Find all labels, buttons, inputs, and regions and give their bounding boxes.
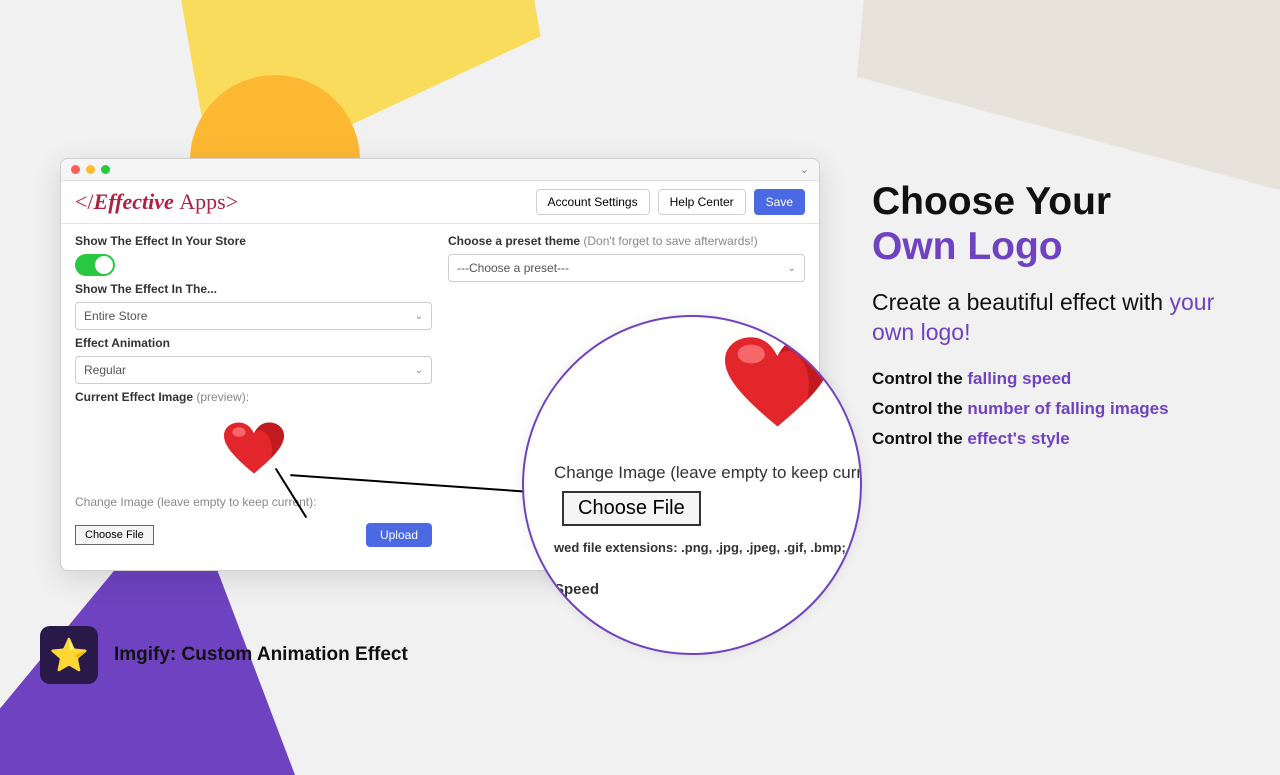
show-effect-toggle[interactable] <box>75 254 115 276</box>
app-name: Imgify: Custom Animation Effect <box>114 644 408 666</box>
app-icon: ⭐ <box>40 626 98 684</box>
heart-icon <box>725 337 830 432</box>
topbar: </Effective Apps> Account Settings Help … <box>61 181 819 224</box>
account-settings-button[interactable]: Account Settings <box>536 189 650 215</box>
preset-select[interactable]: ---Choose a preset---⌄ <box>448 254 805 282</box>
help-center-button[interactable]: Help Center <box>658 189 746 215</box>
show-in-label: Show The Effect In The... <box>75 282 432 296</box>
app-footer: ⭐ Imgify: Custom Animation Effect <box>40 626 408 684</box>
minimize-icon[interactable] <box>86 165 95 174</box>
feature-2: Control the number of falling images <box>872 399 1256 419</box>
window-chrome: ⌄ <box>61 159 819 181</box>
headline: Choose YourOwn Logo <box>872 180 1256 270</box>
mag-choose-file-button[interactable]: Choose File <box>562 491 701 526</box>
bg-triangle-pale <box>857 0 1280 206</box>
upload-button[interactable]: Upload <box>366 523 432 547</box>
maximize-icon[interactable] <box>101 165 110 174</box>
mag-extensions-label: wed file extensions: .png, .jpg, .jpeg, … <box>554 540 846 555</box>
animation-select[interactable]: Regular⌄ <box>75 356 432 384</box>
close-icon[interactable] <box>71 165 80 174</box>
chevron-down-icon[interactable]: ⌄ <box>800 163 809 176</box>
mag-change-label: Change Image (leave empty to keep curren… <box>554 463 862 483</box>
save-button[interactable]: Save <box>754 189 805 215</box>
feature-3: Control the effect's style <box>872 429 1256 449</box>
change-image-label: Change Image (leave empty to keep curren… <box>75 495 432 509</box>
brand-logo: </Effective Apps> <box>75 189 238 215</box>
promo-panel: Choose YourOwn Logo Create a beautiful e… <box>872 180 1256 459</box>
choose-file-button[interactable]: Choose File <box>75 525 154 545</box>
magnifier-circle: Change Image (leave empty to keep curren… <box>522 315 862 655</box>
left-column: Show The Effect In Your Store Show The E… <box>75 228 432 570</box>
preset-label: Choose a preset theme (Don't forget to s… <box>448 234 805 248</box>
show-effect-label: Show The Effect In Your Store <box>75 234 432 248</box>
mag-speed-label: Speed <box>554 581 599 598</box>
feature-1: Control the falling speed <box>872 369 1256 389</box>
show-in-select[interactable]: Entire Store⌄ <box>75 302 432 330</box>
animation-label: Effect Animation <box>75 336 432 350</box>
subheading: Create a beautiful effect with your own … <box>872 288 1256 348</box>
current-image-label: Current Effect Image (preview): <box>75 390 432 404</box>
